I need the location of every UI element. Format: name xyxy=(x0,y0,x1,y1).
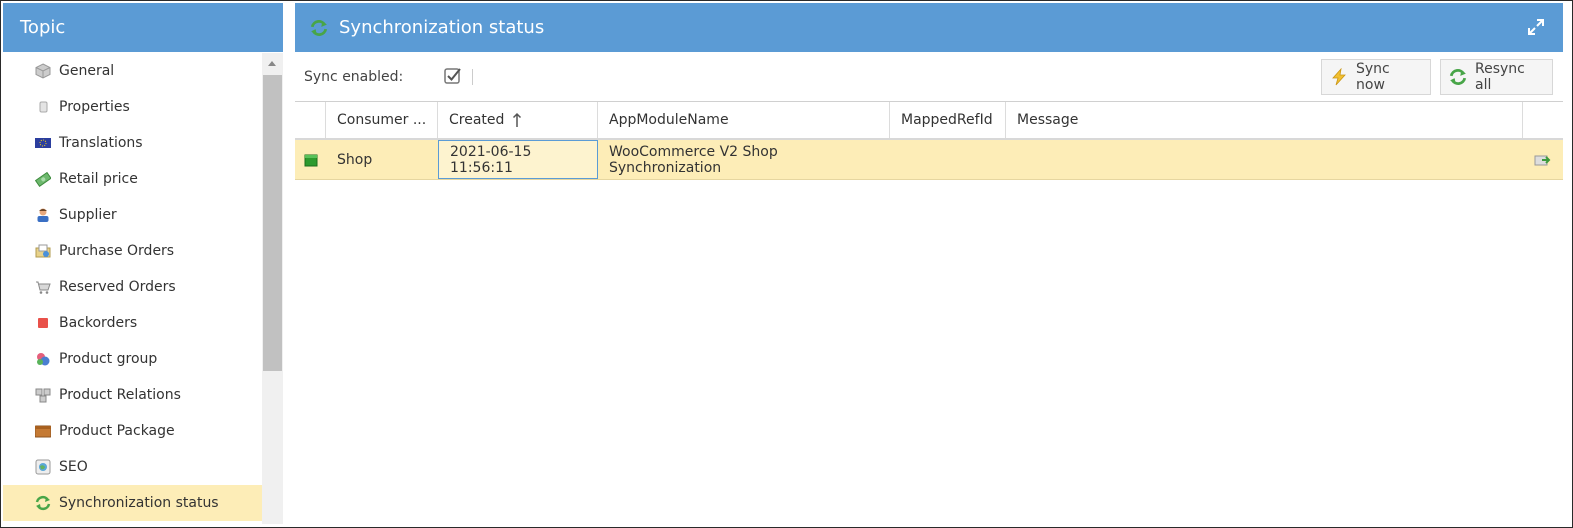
topic-item-label: Product group xyxy=(59,351,158,367)
toolbar-separator xyxy=(472,69,473,85)
topic-item-label: General xyxy=(59,63,115,79)
topic-item-backorders[interactable]: Backorders xyxy=(3,305,262,341)
resync-all-button[interactable]: Resync all xyxy=(1440,59,1553,95)
grid-header: Consumer ... Created AppModuleName Mappe… xyxy=(295,102,1563,140)
column-header-consumer[interactable]: Consumer ... xyxy=(326,102,438,138)
cell-message[interactable] xyxy=(1006,140,1523,179)
cell-mapped-ref-id[interactable] xyxy=(890,140,1006,179)
lightning-icon xyxy=(1330,68,1348,86)
topic-panel: Topic General Properties Translations Re… xyxy=(3,3,283,524)
sync-status-panel: Synchronization status Sync enabled: Syn… xyxy=(295,3,1563,524)
topic-item-retail-price[interactable]: Retail price xyxy=(3,161,262,197)
grid-header-status xyxy=(295,102,326,138)
resync-icon xyxy=(1449,68,1467,86)
sync-enabled-label: Sync enabled: xyxy=(304,68,404,85)
scroll-up-arrow-icon[interactable] xyxy=(268,61,276,66)
topic-item-label: Retail price xyxy=(59,171,138,187)
seo-icon xyxy=(35,459,51,475)
topic-item-label: Purchase Orders xyxy=(59,243,175,259)
topic-item-label: Properties xyxy=(59,99,130,115)
topic-panel-title: Topic xyxy=(20,17,66,38)
topic-list: General Properties Translations Retail p… xyxy=(3,53,262,524)
column-header-message[interactable]: Message xyxy=(1006,102,1523,138)
person-icon xyxy=(35,207,51,223)
topic-item-properties[interactable]: Properties xyxy=(3,89,262,125)
package-icon xyxy=(35,423,51,439)
topic-item-product-group[interactable]: Product group xyxy=(3,341,262,377)
money-icon xyxy=(35,171,51,187)
sync-status-header: Synchronization status xyxy=(295,3,1563,52)
topic-item-label: Supplier xyxy=(59,207,117,223)
sync-icon xyxy=(35,495,51,511)
eu-flag-icon xyxy=(35,135,51,151)
relations-icon xyxy=(35,387,51,403)
column-header-app-module-name[interactable]: AppModuleName xyxy=(598,102,890,138)
topic-item-label: Product Relations xyxy=(59,387,181,403)
cell-created[interactable]: 2021-06-15 11:56:11 xyxy=(438,140,598,179)
topic-item-label: Product Package xyxy=(59,423,175,439)
topic-item-product-package[interactable]: Product Package xyxy=(3,413,262,449)
red-square-icon xyxy=(35,315,51,331)
row-action-open-icon[interactable] xyxy=(1523,140,1563,179)
topic-item-label: Synchronization status xyxy=(59,495,219,511)
topic-item-label: Translations xyxy=(59,135,143,151)
grid-header-actions xyxy=(1523,102,1563,138)
topic-item-purchase-orders[interactable]: Purchase Orders xyxy=(3,233,262,269)
product-group-icon xyxy=(35,351,51,367)
topic-list-scrollbar[interactable] xyxy=(262,53,283,524)
topic-item-seo[interactable]: SEO xyxy=(3,449,262,485)
sync-status-title: Synchronization status xyxy=(339,17,545,38)
scroll-thumb[interactable] xyxy=(263,75,282,371)
cube-icon xyxy=(35,63,51,79)
topic-item-synchronization-status[interactable]: Synchronization status xyxy=(3,485,262,521)
status-indicator-icon xyxy=(295,140,326,179)
sync-now-button[interactable]: Sync now xyxy=(1321,59,1431,95)
cart-icon xyxy=(35,279,51,295)
cell-consumer[interactable]: Shop xyxy=(326,140,438,179)
topic-item-product-relations[interactable]: Product Relations xyxy=(3,377,262,413)
sort-ascending-icon xyxy=(512,112,522,128)
topic-item-label: Backorders xyxy=(59,315,138,331)
topic-item-general[interactable]: General xyxy=(3,53,262,89)
topic-item-translations[interactable]: Translations xyxy=(3,125,262,161)
sync-enabled-checkbox[interactable] xyxy=(444,67,462,85)
topic-item-supplier[interactable]: Supplier xyxy=(3,197,262,233)
purchase-order-icon xyxy=(35,243,51,259)
topic-panel-header: Topic xyxy=(3,3,283,52)
cell-app-module-name[interactable]: WooCommerce V2 Shop Synchronization xyxy=(598,140,890,179)
sync-icon xyxy=(309,19,329,37)
sync-now-label: Sync now xyxy=(1356,61,1390,93)
topic-item-label: SEO xyxy=(59,459,88,475)
column-header-mapped-ref-id[interactable]: MappedRefId xyxy=(890,102,1006,138)
document-icon xyxy=(35,99,51,115)
topic-item-reserved-orders[interactable]: Reserved Orders xyxy=(3,269,262,305)
column-header-created[interactable]: Created xyxy=(438,102,598,138)
table-row[interactable]: Shop 2021-06-15 11:56:11 WooCommerce V2 … xyxy=(295,140,1563,180)
resync-all-label: Resync all xyxy=(1475,61,1525,93)
sync-grid: Consumer ... Created AppModuleName Mappe… xyxy=(295,102,1563,180)
sync-toolbar: Sync enabled: Sync now Resync all xyxy=(295,52,1563,102)
expand-icon[interactable] xyxy=(1527,18,1545,41)
topic-item-label: Reserved Orders xyxy=(59,279,176,295)
